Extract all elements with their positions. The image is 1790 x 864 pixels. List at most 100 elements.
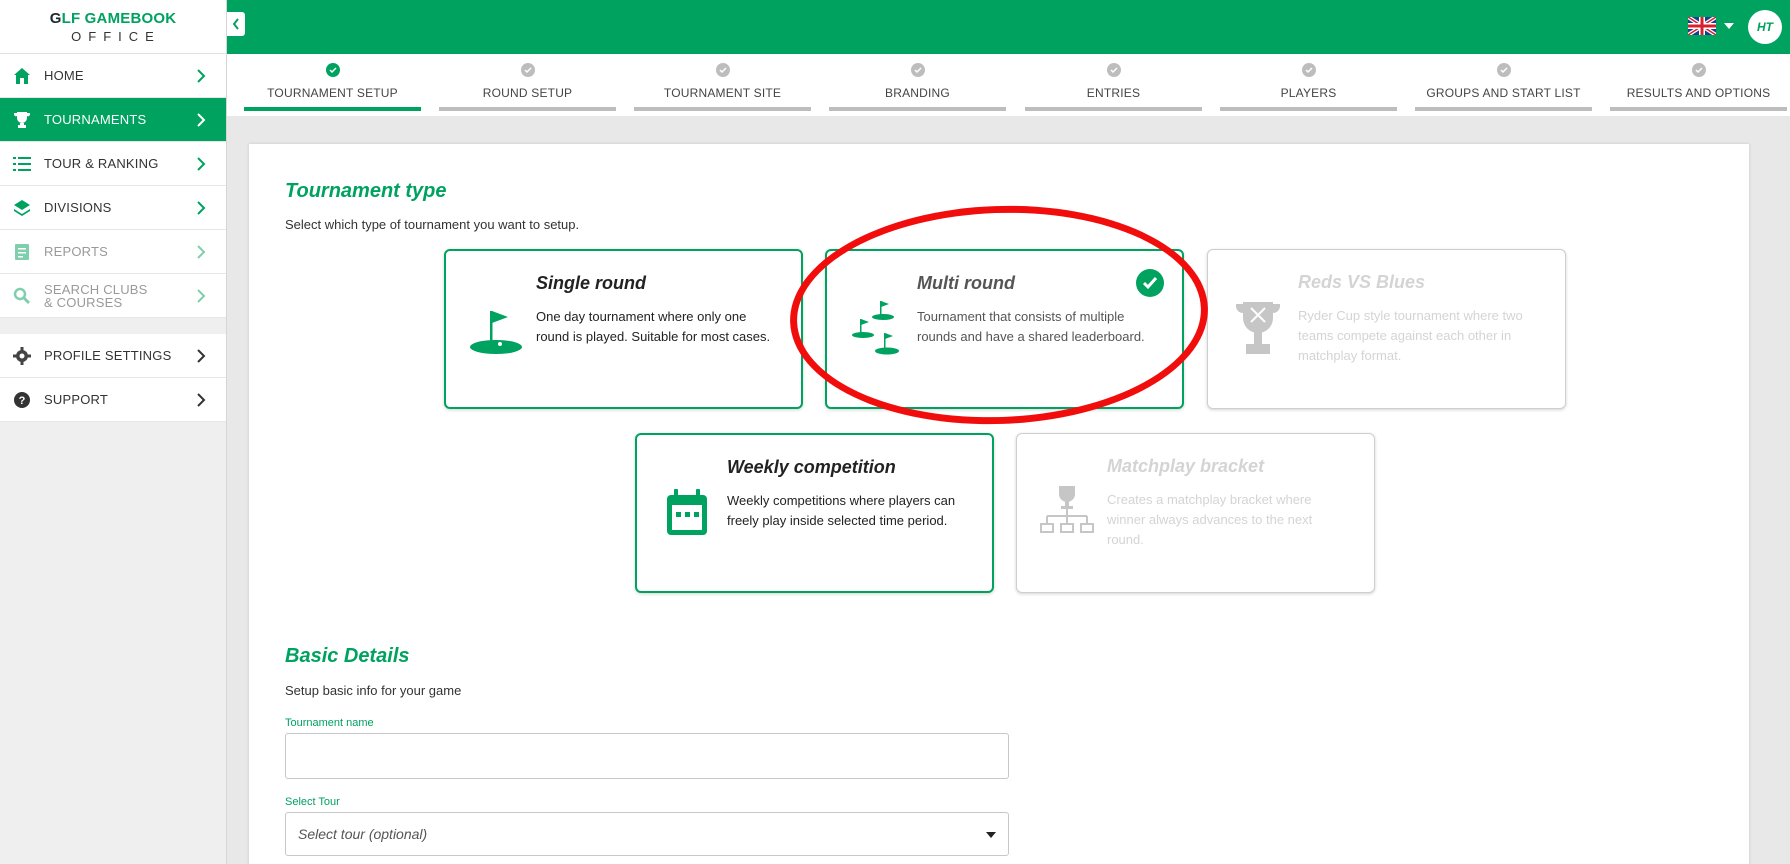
trophy-icon [1228,298,1288,358]
step-label: ENTRIES [1086,86,1141,100]
check-icon [1691,63,1706,77]
step-tournament-setup[interactable]: TOURNAMENT SETUP [244,54,421,116]
step-progress-bar [1025,107,1202,111]
check-icon [520,63,535,77]
step-tournament-site[interactable]: TOURNAMENT SITE [634,54,811,116]
logo-wordmark: GLF GAMEBOOK [49,9,177,27]
card-title: Reds VS Blues [1298,272,1426,292]
gear-icon [12,346,32,366]
sidebar: GLF GAMEBOOK OFFICE HOME TOURNAMENTS TOU… [0,0,227,864]
sidebar-item-label: HOME [44,68,84,83]
chevron-right-icon [197,288,206,303]
multi-flag-icon [847,299,907,359]
sidebar-item-search-clubs[interactable]: SEARCH CLUBS & COURSES [0,274,226,318]
caret-down-icon [986,832,996,838]
step-label: BRANDING [885,86,950,100]
sidebar-item-label: SUPPORT [44,392,109,407]
app-logo[interactable]: GLF GAMEBOOK OFFICE [0,0,226,54]
trophy-icon [12,110,32,130]
step-round-setup[interactable]: ROUND SETUP [439,54,616,116]
chevron-left-icon [232,18,239,30]
layers-icon [12,198,32,218]
step-label: TOURNAMENT SETUP [267,86,398,100]
chevron-right-icon [197,68,206,83]
tournament-name-input[interactable] [285,733,1009,779]
step-progress-bar [634,107,811,111]
chevron-right-icon [197,392,206,407]
check-icon [1106,63,1121,77]
step-progress-bar [244,107,421,111]
card-description: Tournament that consists of multiple rou… [917,309,1145,344]
card-title: Matchplay bracket [1107,456,1265,476]
chevron-right-icon [197,200,206,215]
card-title: Weekly competition [727,457,896,477]
step-label: PLAYERS [1280,86,1337,100]
tournament-name-label: Tournament name [285,717,374,729]
card-title: Single round [536,273,646,293]
sidebar-item-label: TOUR & RANKING [44,156,159,171]
main-content: Tournament type Select which type of tou… [249,144,1749,864]
collapse-sidebar-button[interactable] [227,12,245,36]
card-reds-vs-blues[interactable]: Reds VS Blues Ryder Cup style tournament… [1207,249,1566,409]
sidebar-item-label: REPORTS [44,244,109,259]
chevron-right-icon [197,348,206,363]
card-single-round[interactable]: Single round One day tournament where on… [444,249,803,409]
select-tour-placeholder: Select tour (optional) [298,826,428,842]
card-multi-round[interactable]: Multi round Tournament that consists of … [825,249,1184,409]
step-progress-bar [1415,107,1592,111]
card-weekly-competition[interactable]: Weekly competition Weekly competitions w… [635,433,994,593]
caret-down-icon [1724,23,1734,29]
step-players[interactable]: PLAYERS [1220,54,1397,116]
sidebar-item-divisions[interactable]: DIVISIONS [0,186,226,230]
card-description: Creates a matchplay bracket where winner… [1107,492,1313,547]
step-entries[interactable]: ENTRIES [1025,54,1202,116]
step-progress-bar [1220,107,1397,111]
selected-check-icon [1136,269,1164,297]
step-results-options[interactable]: RESULTS AND OPTIONS [1610,54,1787,116]
check-icon [715,63,730,77]
step-label: TOURNAMENT SITE [663,86,782,100]
card-description: Ryder Cup style tournament where two tea… [1298,308,1523,363]
section-subtitle-tournament-type: Select which type of tournament you want… [285,217,580,232]
check-icon [325,63,340,77]
check-icon [1496,63,1511,77]
section-subtitle-basic-details: Setup basic info for your game [285,683,462,698]
calendar-icon [657,483,717,543]
chevron-right-icon [197,112,206,127]
section-title-basic-details: Basic Details [285,645,410,667]
sidebar-item-home[interactable]: HOME [0,54,226,98]
chevron-right-icon [197,244,206,259]
step-branding[interactable]: BRANDING [829,54,1006,116]
check-icon [910,63,925,77]
sidebar-item-label: DIVISIONS [44,200,112,215]
uk-flag-icon [1688,17,1716,35]
sidebar-item-tour-ranking[interactable]: TOUR & RANKING [0,142,226,186]
sidebar-item-support[interactable]: ? SUPPORT [0,378,226,422]
svg-text:?: ? [19,395,26,407]
help-icon: ? [12,390,32,410]
card-description: One day tournament where only one round … [536,309,771,344]
card-description: Weekly competitions where players can fr… [727,493,956,528]
sidebar-item-reports[interactable]: REPORTS [0,230,226,274]
sidebar-divider [0,318,226,334]
step-groups-start-list[interactable]: GROUPS AND START LIST [1415,54,1592,116]
step-progress-bar [1610,107,1787,111]
card-title: Multi round [917,273,1015,293]
step-label: RESULTS AND OPTIONS [1626,86,1771,100]
step-label: GROUPS AND START LIST [1426,86,1581,100]
home-icon [12,66,32,86]
setup-stepper: TOURNAMENT SETUP ROUND SETUP TOURNAMENT … [227,54,1790,116]
card-matchplay-bracket[interactable]: Matchplay bracket Creates a matchplay br… [1016,433,1375,593]
select-tour-dropdown[interactable]: Select tour (optional) [285,812,1009,856]
step-progress-bar [439,107,616,111]
report-icon [12,242,32,262]
step-progress-bar [829,107,1006,111]
list-icon [12,154,32,174]
language-selector[interactable] [1688,17,1734,35]
avatar[interactable]: HT [1748,10,1782,44]
step-label: ROUND SETUP [482,86,573,100]
select-tour-label: Select Tour [285,796,340,808]
sidebar-item-tournaments[interactable]: TOURNAMENTS [0,98,226,142]
sidebar-item-profile-settings[interactable]: PROFILE SETTINGS [0,334,226,378]
flag-icon [466,299,526,359]
